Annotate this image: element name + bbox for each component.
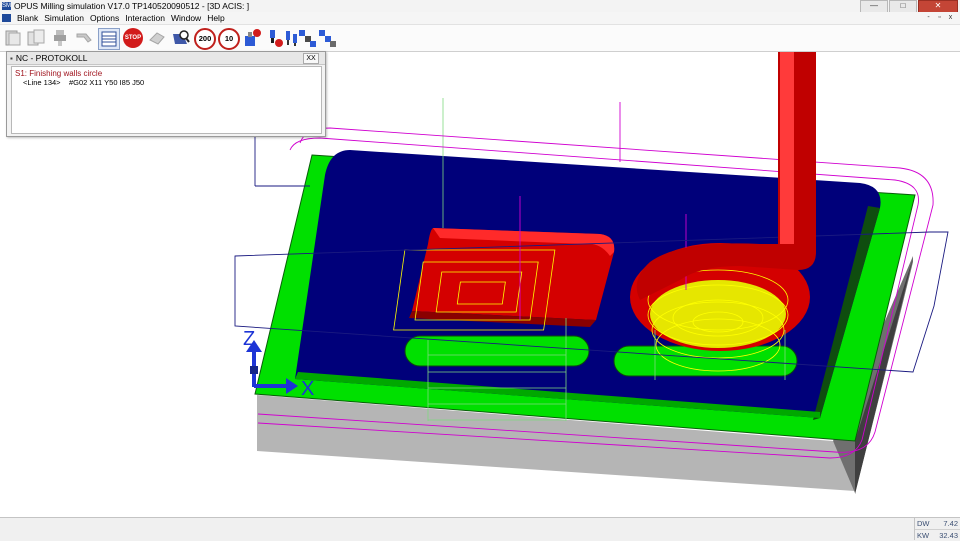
nc-protocol-panel: ▪ NC - PROTOKOLL XX S1: Finishing walls … (6, 51, 326, 137)
app-icon: SM (2, 2, 11, 10)
status-message-area (0, 518, 915, 540)
speed-10-button[interactable]: 10 (218, 28, 240, 50)
window-title: OPUS Milling simulation V17.0 TP14052009… (14, 1, 250, 11)
mdi-minimize-button[interactable]: - (923, 13, 934, 22)
nc-table-icon[interactable] (98, 28, 120, 50)
axis-z-label: Z (243, 328, 255, 350)
status-kw: KW 32.43 (915, 530, 960, 541)
slot-left (404, 335, 590, 367)
toolbar: STOP 200 10 (0, 25, 960, 52)
mdi-restore-button[interactable]: ▫ (934, 13, 945, 22)
menu-bar: Blank Simulation Options Interaction Win… (0, 12, 960, 25)
document-icon[interactable] (2, 14, 11, 22)
speed-200-button[interactable]: 200 (194, 28, 216, 50)
eraser-icon[interactable] (147, 28, 167, 48)
slot-right (613, 345, 798, 377)
zoom-icon[interactable] (171, 28, 191, 48)
nc-log[interactable]: S1: Finishing walls circle <Line 134> #G… (11, 66, 322, 134)
nc-panel-close-button[interactable]: XX (303, 53, 319, 64)
open-icon[interactable] (3, 28, 23, 48)
dw-label: DW (917, 519, 930, 528)
menu-interaction[interactable]: Interaction (122, 13, 168, 23)
axes-blue-icon[interactable] (317, 28, 337, 48)
nc-command: #G02 X11 Y50 I85 J50 (69, 78, 145, 87)
stop-button[interactable]: STOP (123, 28, 143, 48)
menu-help[interactable]: Help (204, 13, 227, 23)
tool-holder-icon[interactable] (50, 28, 70, 48)
kw-value: 32.43 (939, 531, 958, 540)
copy-icon[interactable] (26, 28, 46, 48)
menu-options[interactable]: Options (87, 13, 122, 23)
menu-blank[interactable]: Blank (14, 13, 41, 23)
dw-value: 7.42 (943, 519, 958, 528)
pin-icon[interactable]: ▪ (10, 54, 13, 63)
nc-panel-title: NC - PROTOKOLL (15, 53, 88, 63)
circular-boss-top (650, 280, 786, 348)
nc-panel-header[interactable]: ▪ NC - PROTOKOLL XX (7, 52, 325, 65)
axes-icon[interactable] (297, 28, 317, 48)
mdi-close-button[interactable]: x (945, 13, 956, 22)
tool-icon[interactable] (74, 28, 94, 48)
status-bar: DW 7.42 KW 32.43 (0, 517, 960, 541)
status-dw: DW 7.42 (915, 518, 960, 530)
axis-x-label: X (301, 378, 314, 400)
nc-line-number: <Line 134> (23, 78, 61, 87)
menu-window[interactable]: Window (168, 13, 204, 23)
kw-label: KW (917, 531, 930, 540)
menu-simulation[interactable]: Simulation (41, 13, 87, 23)
nc-step-text: S1: Finishing walls circle (15, 69, 103, 78)
machine-stop-icon[interactable] (243, 28, 263, 48)
